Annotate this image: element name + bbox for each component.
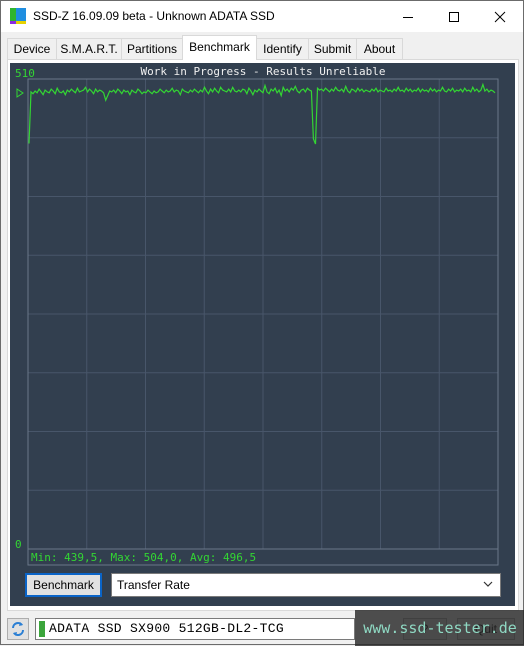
minimize-icon [403,16,413,18]
y-max-label: 510 [15,67,35,80]
stats-text: Min: 439,5, Max: 504,0, Avg: 496,5 [31,551,256,564]
chart-title: Work in Progress - Results Unreliable [140,65,385,78]
maximize-button[interactable] [431,1,477,32]
app-window: SSD-Z 16.09.09 beta - Unknown ADATA SSD … [0,0,524,646]
chevron-down-icon [483,581,493,587]
tab-partitions[interactable]: Partitions [121,38,183,59]
current-value-marker-icon [16,88,24,98]
y-min-label: 0 [15,538,22,551]
drive-name: ADATA SSD SX900 512GB-DL2-TCG [49,621,284,636]
close-button[interactable] [477,1,523,32]
benchmark-chart: 510 0 Work in Progress - Results Unrelia… [15,65,499,566]
benchmark-panel: 510 0 Work in Progress - Results Unrelia… [10,63,515,606]
benchmark-mode-select[interactable]: Transfer Rate [111,573,501,597]
tab-about[interactable]: About [356,38,403,59]
refresh-icon [12,622,24,636]
drive-status-indicator [39,621,45,637]
refresh-button[interactable] [7,618,29,640]
title-bar: SSD-Z 16.09.09 beta - Unknown ADATA SSD [1,1,523,32]
benchmark-mode-value: Transfer Rate [117,578,190,592]
chart-grid [28,79,498,549]
window-title: SSD-Z 16.09.09 beta - Unknown ADATA SSD [33,9,275,23]
tab-identify[interactable]: Identify [256,38,309,59]
series-line-transfer-rate [28,82,496,145]
benchmark-button[interactable]: Benchmark [25,573,102,597]
app-icon [10,8,26,24]
tab-device[interactable]: Device [7,38,57,59]
tab-smart[interactable]: S.M.A.R.T. [56,38,122,59]
minimize-button[interactable] [385,1,431,32]
drive-selector[interactable]: ADATA SSD SX900 512GB-DL2-TCG [35,618,355,640]
tab-submit[interactable]: Submit [308,38,357,59]
close-icon [494,11,506,22]
watermark: www.ssd-tester.de [355,610,524,646]
tab-benchmark[interactable]: Benchmark [182,35,257,60]
maximize-icon [449,11,459,22]
